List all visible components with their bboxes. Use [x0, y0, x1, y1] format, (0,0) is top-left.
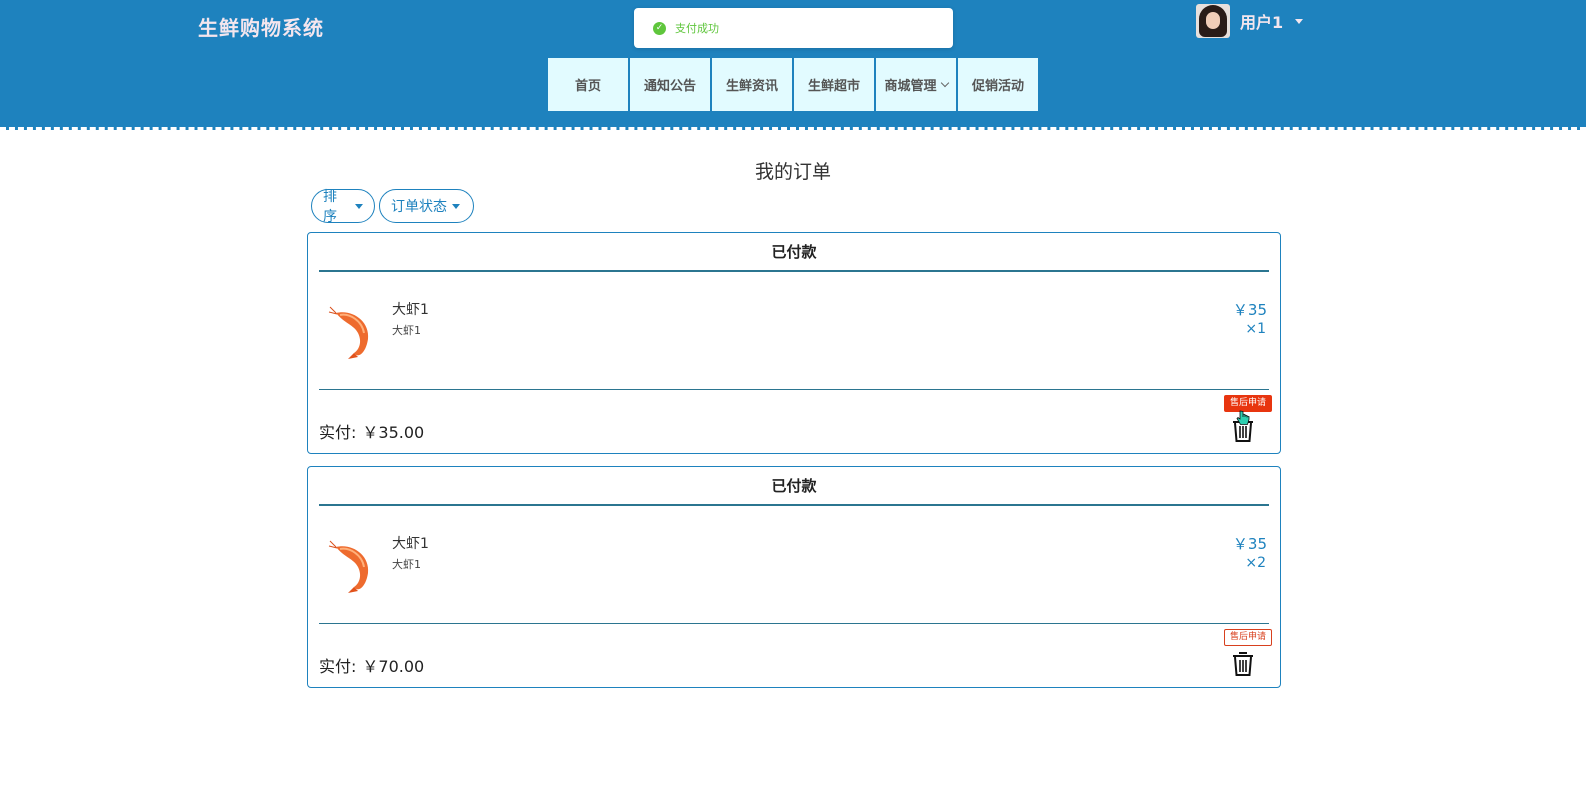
- sort-label: 排序: [323, 189, 337, 225]
- trash-icon[interactable]: [1232, 651, 1254, 677]
- nav-item-news[interactable]: 生鲜资讯: [712, 58, 792, 111]
- success-toast: ✓ 支付成功: [634, 8, 953, 48]
- username[interactable]: 用户1: [1240, 9, 1283, 33]
- paid-value: ￥70.00: [362, 657, 425, 676]
- order-status: 已付款: [771, 243, 817, 261]
- caret-down-icon: [452, 203, 460, 209]
- order-card: 已付款 大虾1 大虾1 ￥35 ×2 实付: ￥70.00 售后申请: [307, 466, 1281, 688]
- product-quantity: ×2: [1245, 555, 1266, 571]
- product-price: ￥35: [1232, 535, 1267, 553]
- sort-dropdown[interactable]: 排序: [311, 189, 375, 225]
- paid-value: ￥35.00: [362, 423, 425, 442]
- after-sale-button[interactable]: 售后申请: [1223, 629, 1272, 646]
- check-circle-icon: ✓: [653, 21, 666, 35]
- order-status-dropdown[interactable]: 订单状态: [379, 189, 474, 223]
- divider: [319, 389, 1269, 390]
- nav-item-market[interactable]: 生鲜超市: [794, 58, 874, 111]
- nav-item-mall-admin[interactable]: 商城管理: [876, 58, 956, 111]
- caret-down-icon: [355, 203, 363, 209]
- product-name[interactable]: 大虾1: [392, 299, 429, 319]
- paid-amount: 实付: ￥70.00: [319, 653, 424, 677]
- divider: [319, 504, 1269, 506]
- nav-label: 通知公告: [643, 79, 696, 94]
- paid-amount: 实付: ￥35.00: [319, 419, 424, 443]
- product-spec: 大虾1: [392, 324, 421, 337]
- product-name[interactable]: 大虾1: [392, 533, 429, 553]
- product-spec: 大虾1: [392, 558, 421, 571]
- toast-message: 支付成功: [675, 22, 719, 35]
- product-quantity: ×1: [1245, 321, 1266, 337]
- page-title: 我的订单: [754, 161, 831, 183]
- hand-cursor-icon: [1236, 410, 1250, 425]
- shrimp-image[interactable]: [328, 303, 376, 363]
- nav-item-notices[interactable]: 通知公告: [630, 58, 710, 111]
- nav-label: 生鲜超市: [807, 79, 860, 94]
- avatar[interactable]: [1196, 4, 1230, 38]
- nav-label: 生鲜资讯: [725, 79, 778, 94]
- top-header: 生鲜购物系统 ✓ 支付成功 用户1 首页 通知公告 生鲜资讯 生鲜超市 商城管理…: [0, 0, 1586, 130]
- user-menu[interactable]: 用户1: [1196, 4, 1304, 38]
- order-status: 已付款: [771, 477, 817, 495]
- nav-item-promotions[interactable]: 促销活动: [958, 58, 1038, 111]
- paid-label: 实付:: [319, 423, 357, 442]
- chevron-down-icon: [940, 78, 949, 87]
- main-nav: 首页 通知公告 生鲜资讯 生鲜超市 商城管理 促销活动: [548, 58, 1040, 111]
- nav-label: 首页: [574, 79, 601, 94]
- site-brand[interactable]: 生鲜购物系统: [198, 12, 324, 41]
- nav-label: 商城管理: [884, 79, 937, 94]
- order-status-label: 订单状态: [391, 199, 447, 215]
- product-price: ￥35: [1232, 301, 1267, 319]
- shrimp-image[interactable]: [328, 537, 376, 597]
- divider: [319, 270, 1269, 272]
- caret-down-icon[interactable]: [1295, 18, 1304, 24]
- order-card: 已付款 大虾1 大虾1 ￥35 ×1 实付: ￥35.00 售后申请: [307, 232, 1281, 454]
- nav-item-home[interactable]: 首页: [548, 58, 628, 111]
- divider: [319, 623, 1269, 624]
- paid-label: 实付:: [319, 657, 357, 676]
- nav-label: 促销活动: [971, 79, 1024, 94]
